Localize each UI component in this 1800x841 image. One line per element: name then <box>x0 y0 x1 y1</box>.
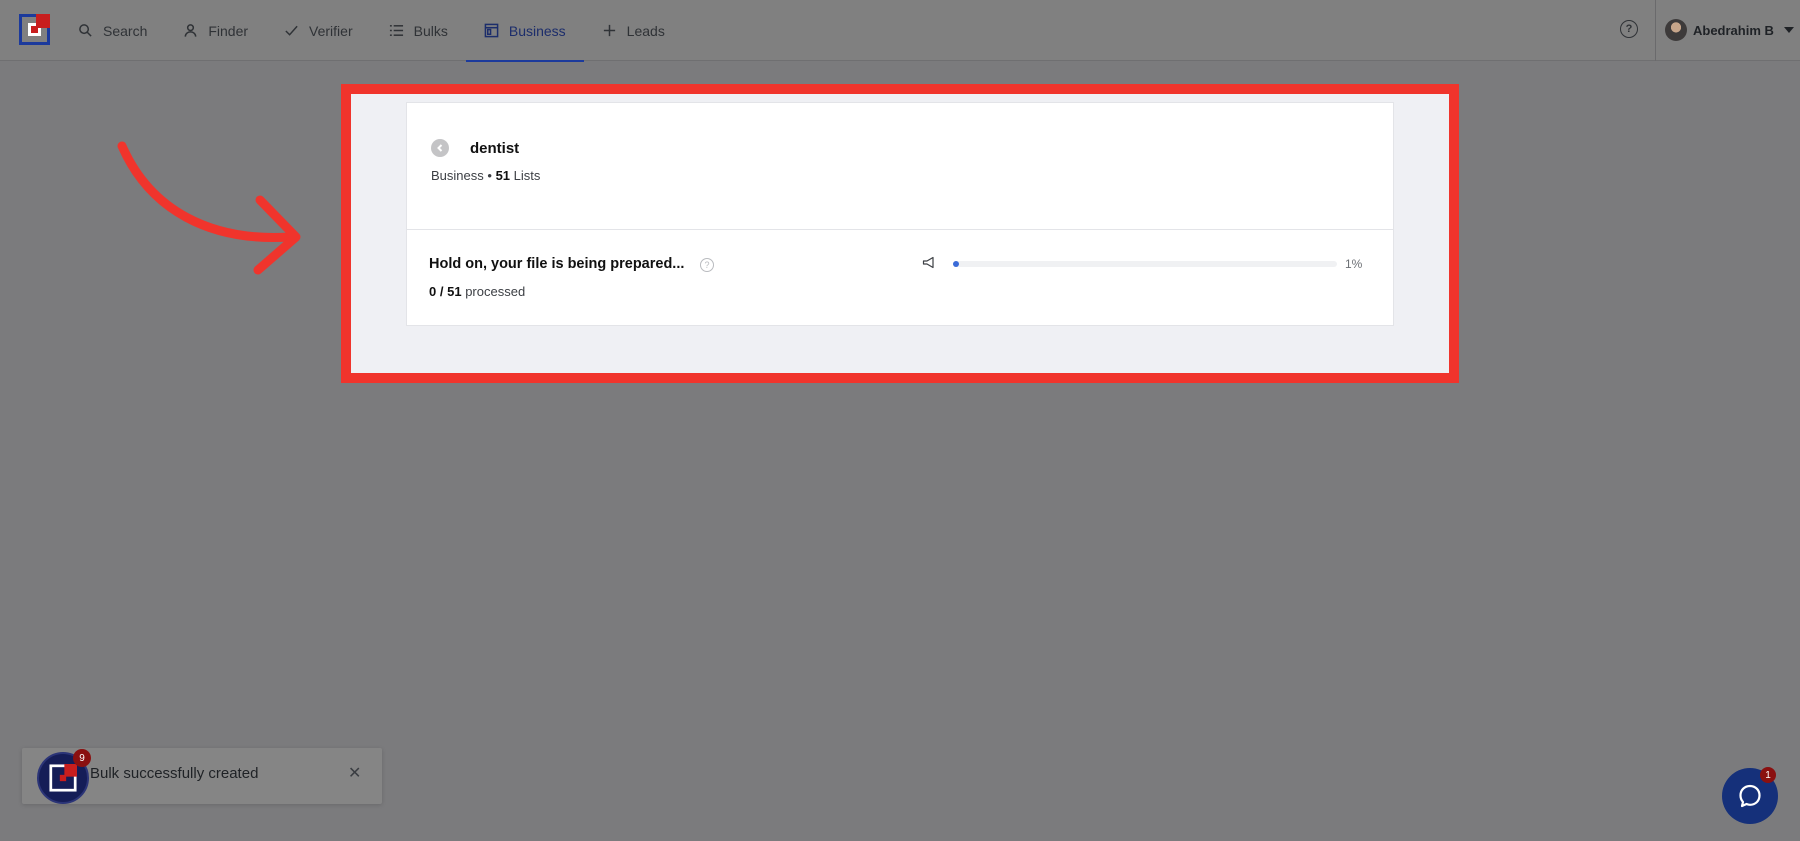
toast-badge: 9 <box>73 749 91 767</box>
plus-icon <box>603 24 615 37</box>
arrow-annotation <box>117 141 301 275</box>
nav-bulks-label: Bulks <box>413 22 448 39</box>
processed-total: 51 <box>447 284 462 299</box>
nav-business[interactable]: Business <box>465 0 584 62</box>
nav-leads[interactable]: Leads <box>584 0 683 61</box>
chevron-down-icon <box>1783 27 1794 33</box>
preparing-heading: Hold on, your file is being prepared... <box>429 256 685 272</box>
back-button[interactable] <box>431 139 449 157</box>
search-icon <box>79 24 92 37</box>
lists-label: Lists <box>513 168 541 183</box>
user-icon <box>184 24 197 37</box>
nav-verifier[interactable]: Verifier <box>266 0 371 61</box>
app-logo-icon <box>49 764 77 792</box>
avatar <box>1665 19 1687 41</box>
chat-icon <box>1739 784 1761 808</box>
progress-fill <box>953 261 959 267</box>
nav-finder[interactable]: Finder <box>165 0 266 61</box>
user-menu[interactable]: Abedrahim B <box>1665 18 1794 42</box>
top-navbar: Search Finder Verifier Bulks Business Le… <box>0 0 1800 62</box>
processed-count: 0 / 51 processed <box>429 284 525 299</box>
megaphone-icon <box>922 256 934 269</box>
nav-verifier-label: Verifier <box>309 22 353 39</box>
category-label: Business <box>431 168 484 183</box>
nav-divider <box>1655 0 1656 61</box>
chevron-left-icon <box>437 144 443 152</box>
progress-bar <box>953 261 1337 267</box>
nav-bulks[interactable]: Bulks <box>371 0 466 61</box>
business-subtitle: Business • 51 Lists <box>431 168 540 183</box>
nav-business-label: Business <box>508 22 566 39</box>
lists-count: 51 <box>495 168 511 183</box>
business-header-card <box>406 102 1394 230</box>
processed-done: 0 <box>429 284 437 299</box>
main-nav: Search Finder Verifier Bulks Business Le… <box>60 0 683 62</box>
list-icon <box>389 25 403 36</box>
info-icon[interactable]: ? <box>700 258 714 272</box>
nav-finder-label: Finder <box>208 22 249 39</box>
toast-message: Bulk successfully created <box>90 765 259 782</box>
check-icon <box>285 25 298 36</box>
processed-label: processed <box>465 284 526 299</box>
page-title: dentist <box>470 140 520 157</box>
user-name: Abedrahim B <box>1693 22 1774 38</box>
chat-badge: 1 <box>1760 767 1776 783</box>
nav-search-label: Search <box>103 22 148 39</box>
close-icon[interactable]: ✕ <box>348 763 361 783</box>
progress-card <box>406 230 1394 326</box>
separator: • <box>487 168 492 183</box>
business-icon <box>484 23 499 38</box>
app-logo[interactable] <box>19 14 50 45</box>
help-icon[interactable]: ? <box>1620 20 1638 38</box>
nav-leads-label: Leads <box>626 22 665 39</box>
progress-percent: 1% <box>1345 257 1363 271</box>
nav-search[interactable]: Search <box>60 0 165 61</box>
processed-sep: / <box>439 284 444 299</box>
